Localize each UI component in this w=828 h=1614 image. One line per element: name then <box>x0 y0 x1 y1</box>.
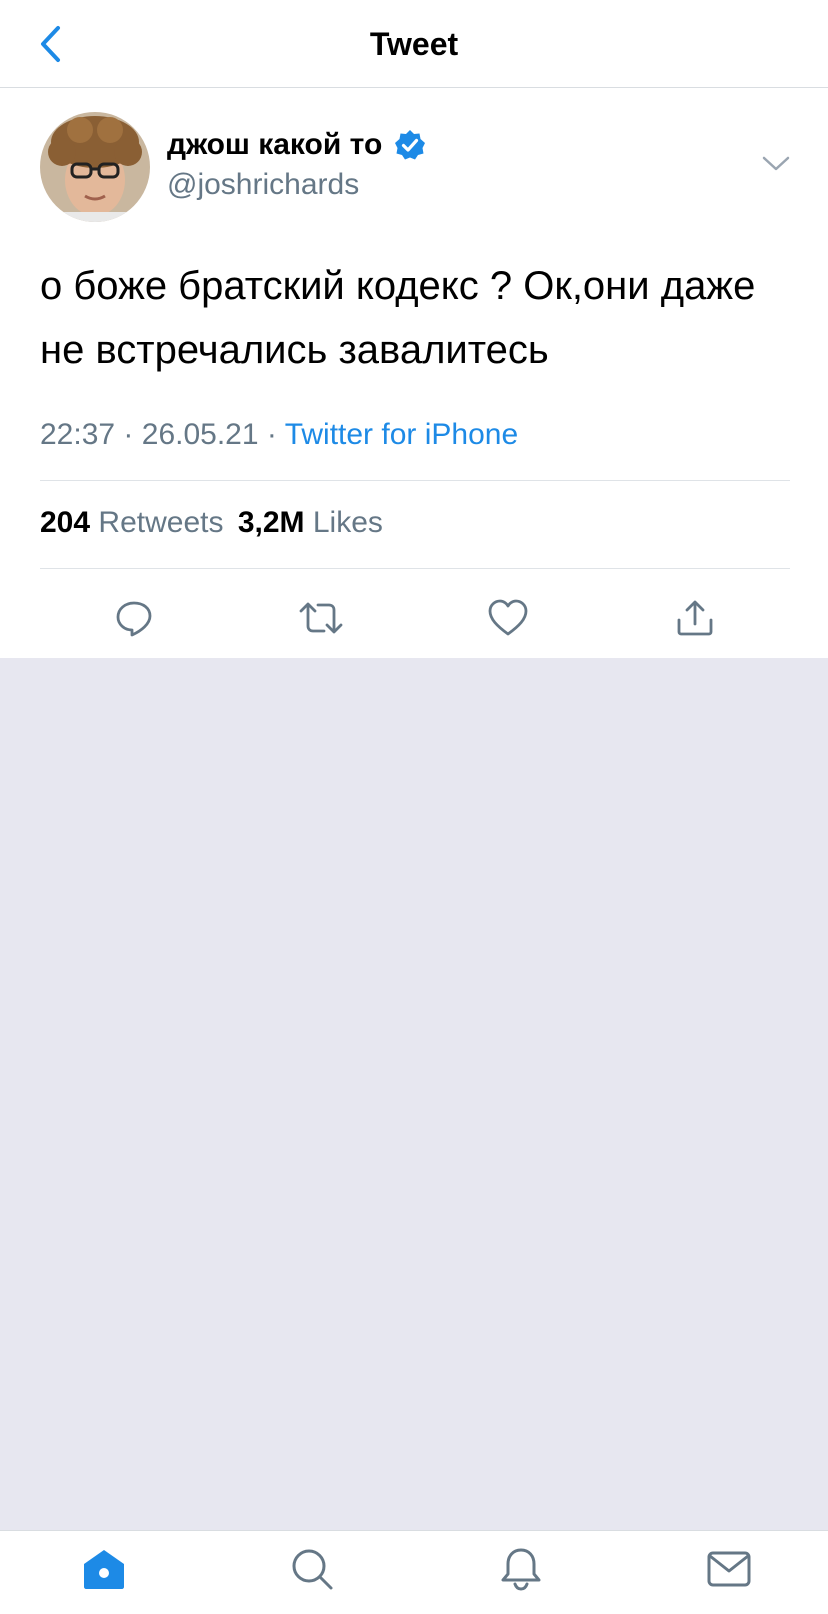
tweet-source-link[interactable]: Twitter for iPhone <box>285 418 518 451</box>
top-navigation-bar: Tweet <box>0 0 828 88</box>
tab-notifications[interactable] <box>491 1539 551 1599</box>
reply-button[interactable] <box>104 588 164 648</box>
tweet-options-button[interactable] <box>760 152 792 174</box>
author-name-row[interactable]: джош какой то <box>167 128 426 162</box>
retweets-label: Retweets <box>98 506 224 539</box>
tweet-text: о боже братский кодекс ? Ок,они даже не … <box>40 264 756 372</box>
likes-label: Likes <box>312 506 383 539</box>
like-button[interactable] <box>478 588 538 648</box>
tab-messages[interactable] <box>699 1539 759 1599</box>
author-handle[interactable]: @joshrichards <box>167 168 359 202</box>
avatar[interactable] <box>40 112 150 222</box>
divider <box>40 480 790 481</box>
likes-count: 3,2M <box>237 506 305 539</box>
share-button[interactable] <box>665 588 725 648</box>
retweet-button[interactable] <box>291 588 351 648</box>
notifications-icon <box>501 1548 541 1591</box>
share-icon <box>677 600 713 636</box>
meta-separator: · <box>266 418 277 451</box>
tab-search[interactable] <box>282 1539 342 1599</box>
messages-icon <box>707 1551 751 1587</box>
tweet-time: 22:37 <box>40 418 116 451</box>
tab-home[interactable] <box>74 1539 134 1599</box>
meta-separator: · <box>123 418 134 451</box>
tweet-detail: джош какой то @joshrichards о боже братс… <box>0 88 828 658</box>
author-display-name[interactable]: джош какой то <box>167 128 382 162</box>
divider <box>40 568 790 569</box>
tweet-meta: 22:37 · 26.05.21 · Twitter for iPhone <box>40 418 518 452</box>
tweet-actions <box>0 588 828 658</box>
reply-icon <box>116 601 152 637</box>
like-icon <box>488 599 528 636</box>
tweet-date: 26.05.21 <box>141 418 259 451</box>
bottom-tab-bar <box>0 1530 828 1614</box>
likes-stat[interactable]: 3,2M Likes <box>238 506 383 539</box>
page-title: Tweet <box>369 26 459 62</box>
retweets-count: 204 <box>40 506 91 539</box>
chevron-down-icon <box>762 156 790 171</box>
tweet-stats: 204 Retweets 3,2M Likes <box>40 506 383 540</box>
home-icon <box>84 1550 124 1589</box>
retweet-icon <box>299 602 343 634</box>
search-icon <box>292 1549 333 1590</box>
verified-badge-icon <box>395 130 426 160</box>
retweets-stat[interactable]: 204 Retweets <box>40 506 232 539</box>
